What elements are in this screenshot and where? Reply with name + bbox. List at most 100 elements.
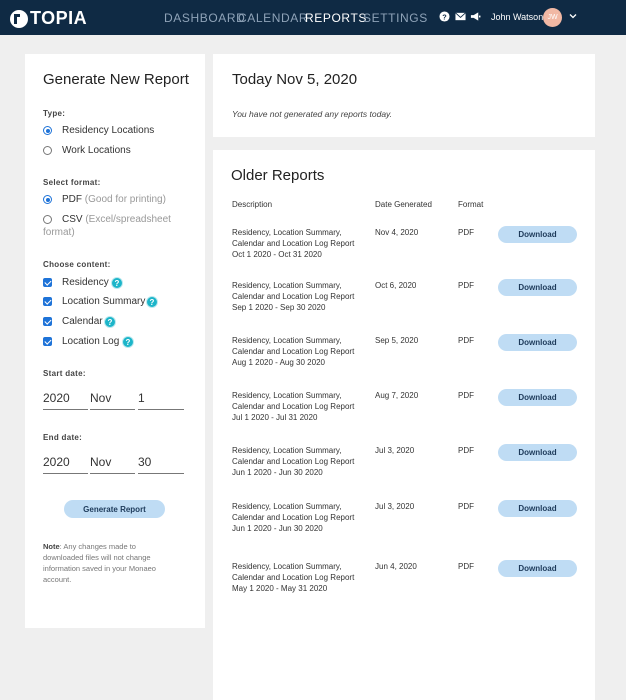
description-line-1: Residency, Location Summary, bbox=[232, 391, 342, 400]
row-date: Sep 5, 2020 bbox=[375, 336, 419, 345]
panel-title: Generate New Report bbox=[43, 71, 189, 88]
format-label: Select format: bbox=[43, 178, 101, 187]
option-work-locations[interactable]: Work Locations bbox=[62, 145, 131, 156]
row-format: PDF bbox=[458, 562, 474, 571]
note-bold: Note bbox=[43, 542, 60, 551]
download-button[interactable]: Download bbox=[498, 444, 577, 461]
download-button[interactable]: Download bbox=[498, 389, 577, 406]
start-month-field[interactable]: Nov bbox=[90, 391, 135, 410]
description-line-2: Calendar and Location Log Report bbox=[232, 347, 355, 356]
end-date-label: End date: bbox=[43, 433, 83, 442]
description-line-2: Calendar and Location Log Report bbox=[232, 457, 355, 466]
note-line-4: account. bbox=[43, 575, 72, 584]
brand-name: TOPIA bbox=[30, 8, 88, 28]
option-pdf[interactable]: PDF (Good for printing) bbox=[62, 194, 166, 205]
help-icon[interactable]: ? bbox=[122, 336, 134, 348]
older-title: Older Reports bbox=[231, 167, 325, 184]
description-line-1: Residency, Location Summary, bbox=[232, 228, 342, 237]
start-date-label: Start date: bbox=[43, 369, 86, 378]
megaphone-icon[interactable] bbox=[470, 11, 481, 22]
start-day-field[interactable]: 1 bbox=[138, 391, 184, 410]
mail-icon[interactable] bbox=[455, 11, 466, 22]
description-line-1: Residency, Location Summary, bbox=[232, 336, 342, 345]
content-residency[interactable]: Residency bbox=[62, 277, 109, 288]
today-message: You have not generated any reports today… bbox=[232, 109, 393, 119]
help-icon[interactable]: ? bbox=[146, 296, 158, 308]
description-line-2: Calendar and Location Log Report bbox=[232, 292, 355, 301]
radio-csv[interactable] bbox=[43, 215, 52, 224]
today-panel: Today Nov 5, 2020 You have not generated… bbox=[213, 54, 595, 137]
generate-report-button[interactable]: Generate Report bbox=[64, 500, 165, 518]
row-description: Residency, Location Summary, Calendar and… bbox=[232, 390, 354, 423]
end-month-field[interactable]: Nov bbox=[90, 455, 135, 474]
row-date: Aug 7, 2020 bbox=[375, 391, 419, 400]
option-residency-locations[interactable]: Residency Locations bbox=[62, 125, 154, 136]
help-icon[interactable]: ? bbox=[104, 316, 116, 328]
content-calendar[interactable]: Calendar bbox=[62, 316, 103, 327]
row-date: Jul 3, 2020 bbox=[375, 502, 415, 511]
row-date: Jul 3, 2020 bbox=[375, 446, 415, 455]
row-format: PDF bbox=[458, 336, 474, 345]
description-line-2: Calendar and Location Log Report bbox=[232, 573, 355, 582]
radio-work-locations[interactable] bbox=[43, 146, 52, 155]
radio-residency-locations[interactable] bbox=[43, 126, 52, 135]
chevron-down-icon[interactable] bbox=[569, 12, 577, 20]
help-icon[interactable]: ? bbox=[111, 277, 123, 289]
option-csv[interactable]: CSV (Excel/spreadsheet bbox=[62, 214, 171, 225]
user-name[interactable]: John Watson bbox=[491, 12, 543, 22]
checkbox-location-summary[interactable] bbox=[43, 297, 52, 306]
description-line-2: Calendar and Location Log Report bbox=[232, 402, 355, 411]
avatar[interactable]: JW bbox=[543, 8, 562, 27]
pdf-subtext: (Good for printing) bbox=[84, 194, 166, 205]
nav-reports[interactable]: REPORTS bbox=[305, 11, 367, 25]
end-year-field[interactable]: 2020 bbox=[43, 455, 88, 474]
row-date: Oct 6, 2020 bbox=[375, 281, 417, 290]
row-format: PDF bbox=[458, 228, 474, 237]
checkbox-residency[interactable] bbox=[43, 278, 52, 287]
row-description: Residency, Location Summary, Calendar and… bbox=[232, 335, 354, 368]
column-description: Description bbox=[232, 200, 273, 209]
description-line-1: Residency, Location Summary, bbox=[232, 281, 342, 290]
logo-mark-icon bbox=[10, 9, 28, 28]
checkbox-location-log[interactable] bbox=[43, 337, 52, 346]
download-button[interactable]: Download bbox=[498, 500, 577, 517]
note-line-2: downloaded files will not change bbox=[43, 553, 151, 562]
row-date: Jun 4, 2020 bbox=[375, 562, 417, 571]
start-year-field[interactable]: 2020 bbox=[43, 391, 88, 410]
row-description: Residency, Location Summary, Calendar and… bbox=[232, 501, 354, 534]
csv-subtext-cont: format) bbox=[43, 227, 75, 238]
description-range: Oct 1 2020 - Oct 31 2020 bbox=[232, 250, 322, 259]
description-range: Aug 1 2020 - Aug 30 2020 bbox=[232, 358, 325, 367]
description-line-2: Calendar and Location Log Report bbox=[232, 513, 355, 522]
content-location-summary[interactable]: Location Summary bbox=[62, 296, 145, 307]
row-description: Residency, Location Summary, Calendar and… bbox=[232, 561, 354, 594]
download-button[interactable]: Download bbox=[498, 560, 577, 577]
nav-dashboard[interactable]: DASHBOARD bbox=[164, 11, 245, 25]
generate-report-panel: Generate New Report Type: Residency Loca… bbox=[25, 54, 205, 628]
description-range: Jun 1 2020 - Jun 30 2020 bbox=[232, 524, 323, 533]
description-range: May 1 2020 - May 31 2020 bbox=[232, 584, 328, 593]
nav-settings[interactable]: SETTINGS bbox=[363, 11, 428, 25]
column-format: Format bbox=[458, 200, 484, 209]
row-description: Residency, Location Summary, Calendar and… bbox=[232, 227, 354, 260]
row-format: PDF bbox=[458, 391, 474, 400]
end-day-field[interactable]: 30 bbox=[138, 455, 184, 474]
topia-logo[interactable]: TOPIA bbox=[10, 8, 87, 29]
download-button[interactable]: Download bbox=[498, 334, 577, 351]
today-title: Today Nov 5, 2020 bbox=[232, 71, 358, 88]
pdf-text: PDF bbox=[62, 194, 82, 205]
checkbox-calendar[interactable] bbox=[43, 317, 52, 326]
row-format: PDF bbox=[458, 446, 474, 455]
row-date: Nov 4, 2020 bbox=[375, 228, 419, 237]
description-range: Jul 1 2020 - Jul 31 2020 bbox=[232, 413, 318, 422]
row-description: Residency, Location Summary, Calendar and… bbox=[232, 445, 354, 478]
help-icon[interactable]: ? bbox=[439, 11, 450, 22]
content-location-log[interactable]: Location Log bbox=[62, 336, 119, 347]
download-button[interactable]: Download bbox=[498, 226, 577, 243]
download-button[interactable]: Download bbox=[498, 279, 577, 296]
nav-calendar[interactable]: CALENDAR bbox=[238, 11, 308, 25]
description-line-1: Residency, Location Summary, bbox=[232, 502, 342, 511]
radio-pdf[interactable] bbox=[43, 195, 52, 204]
older-reports-panel: Older Reports Description Date Generated… bbox=[213, 150, 595, 700]
row-format: PDF bbox=[458, 502, 474, 511]
